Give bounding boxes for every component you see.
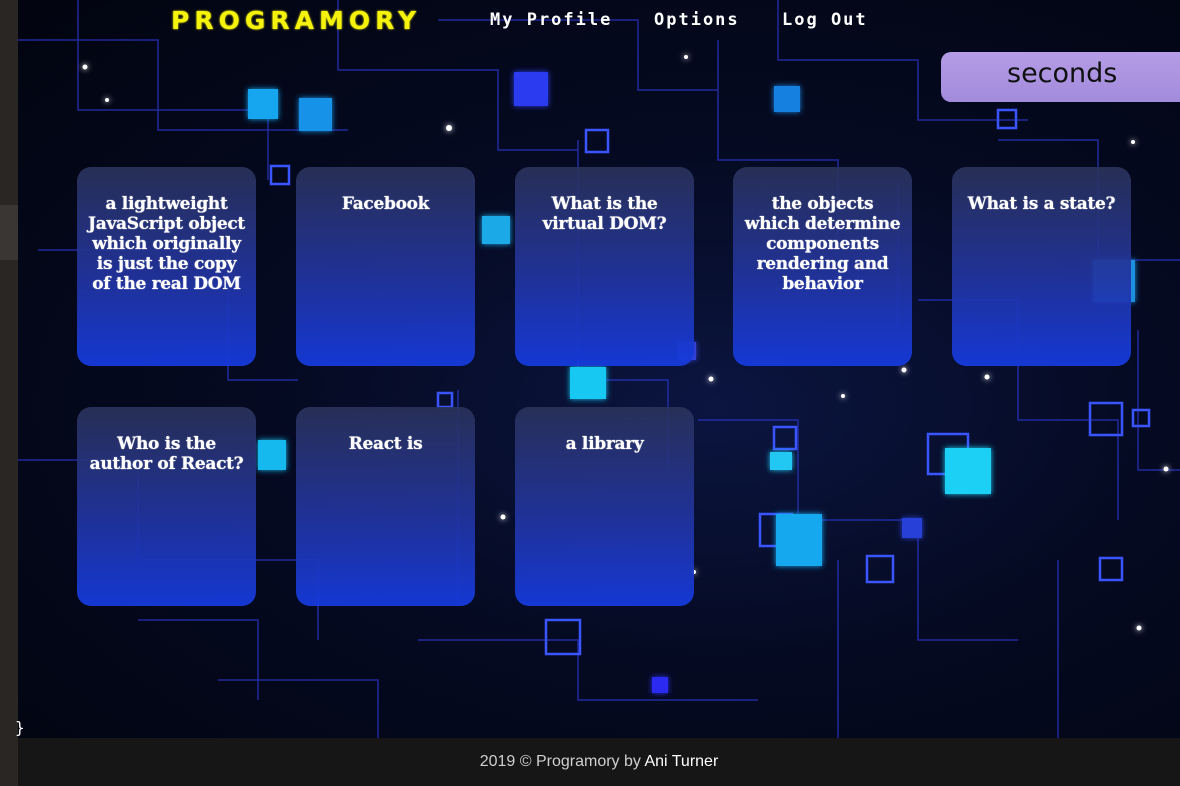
memory-card[interactable]: What is the virtual DOM?: [515, 167, 694, 366]
circuit-background: [18, 0, 1180, 738]
memory-card[interactable]: a lightweight JavaScript object which or…: [77, 167, 256, 366]
nav-link-log-out[interactable]: Log Out: [782, 10, 868, 30]
window-edge-tab: [0, 205, 18, 260]
footer-copyright: 2019 © Programory by: [479, 753, 641, 770]
stray-brace-text: }: [15, 718, 25, 737]
circuit-board-pattern: [18, 0, 1180, 738]
footer-author-link[interactable]: Ani Turner: [644, 753, 718, 770]
memory-card[interactable]: React is: [296, 407, 475, 606]
window-edge: [0, 0, 18, 786]
memory-card[interactable]: Facebook: [296, 167, 475, 366]
memory-card[interactable]: a library: [515, 407, 694, 606]
footer: 2019 © Programory by Ani Turner: [18, 738, 1180, 786]
page: PROGRAMORY My Profile Options Log Out se…: [0, 0, 1180, 786]
nav-link-my-profile[interactable]: My Profile: [490, 10, 612, 30]
memory-card[interactable]: Who is the author of React?: [77, 407, 256, 606]
memory-card[interactable]: What is a state?: [952, 167, 1131, 366]
timer-label: seconds: [1007, 58, 1118, 89]
brand-logo[interactable]: PROGRAMORY: [171, 6, 421, 35]
memory-card[interactable]: the objects which determine components r…: [733, 167, 912, 366]
nav-link-options[interactable]: Options: [654, 10, 740, 30]
timer-badge: seconds: [941, 52, 1180, 102]
